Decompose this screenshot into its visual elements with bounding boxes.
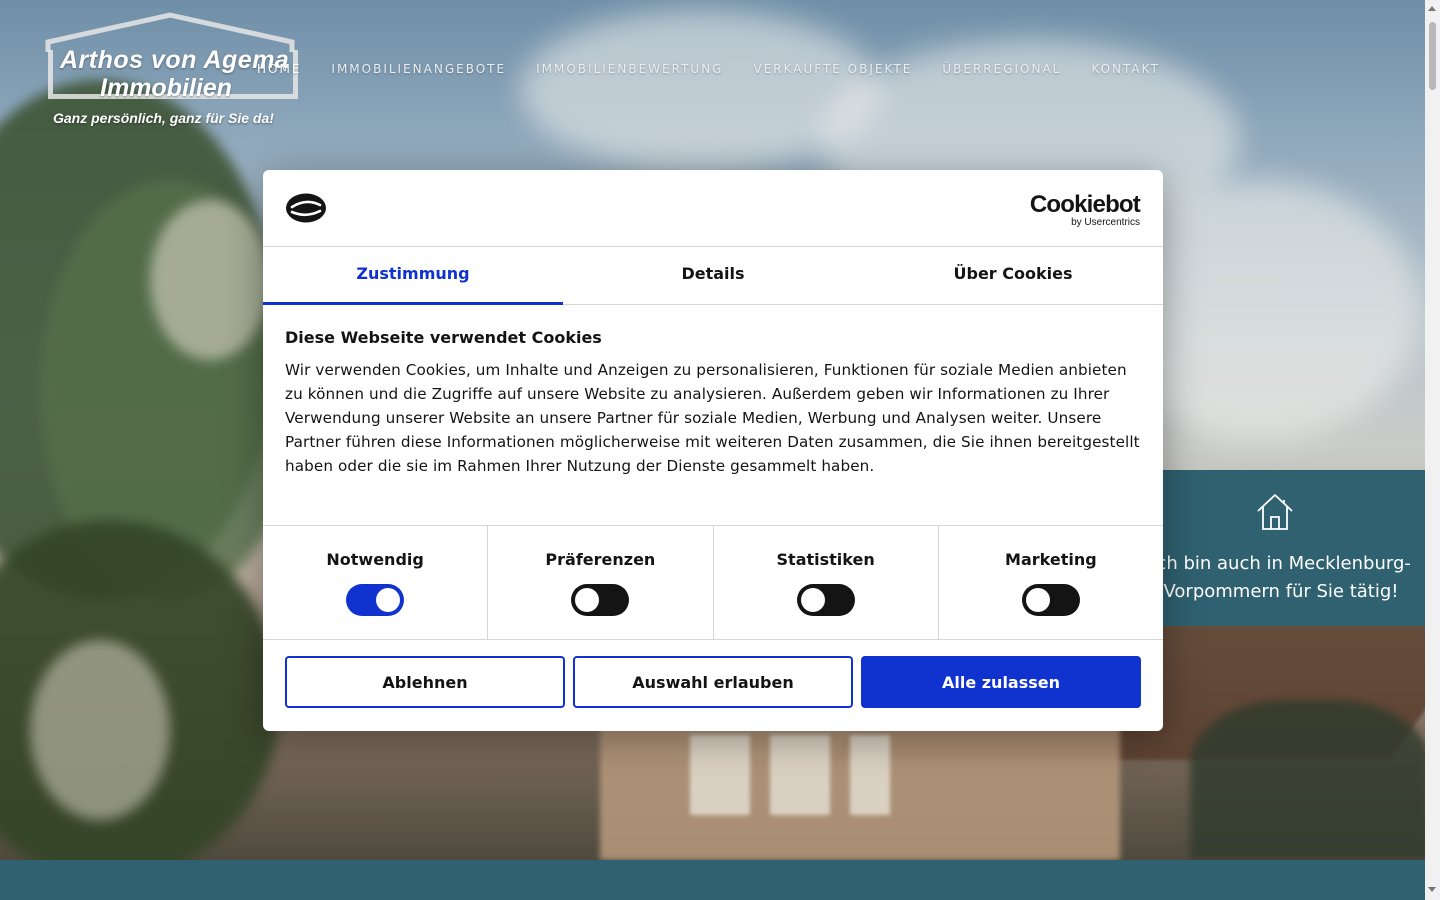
toggle-knob — [575, 588, 600, 612]
allow-all-button[interactable]: Alle zulassen — [861, 656, 1141, 708]
toggle-praeferenzen-cell: Präferenzen — [488, 526, 714, 639]
nav-item-kontakt[interactable]: KONTAKT — [1091, 62, 1160, 76]
section-band — [0, 860, 1425, 900]
tab-ueber-cookies[interactable]: Über Cookies — [863, 247, 1163, 304]
toggle-label: Marketing — [1005, 550, 1097, 569]
nav-item-home[interactable]: HOME — [257, 62, 301, 76]
decline-button[interactable]: Ablehnen — [285, 656, 565, 708]
house-icon — [1257, 494, 1293, 530]
page-scrollbar[interactable] — [1425, 0, 1440, 900]
cookiebot-name: Cookiebot — [1029, 191, 1141, 218]
nav-item-immobilienangebote[interactable]: IMMOBILIENANGEBOTE — [331, 62, 506, 76]
toggle-label: Präferenzen — [545, 550, 656, 569]
toggle-switch-praeferenzen[interactable] — [571, 584, 630, 616]
cookie-consent-dialog: Cookiebot by Usercentrics Zustimmung Det… — [263, 170, 1163, 731]
toggle-knob — [1025, 588, 1050, 612]
toggle-marketing-cell: Marketing — [939, 526, 1163, 639]
logo-tagline: Ganz persönlich, ganz für Sie da! — [53, 110, 274, 126]
tab-details[interactable]: Details — [563, 247, 863, 304]
logo-subname: Immobilien — [100, 74, 232, 102]
promo-box[interactable]: Ich bin auch in Mecklenburg-Vorpommern f… — [1140, 470, 1425, 626]
allow-selection-button[interactable]: Auswahl erlauben — [573, 656, 853, 708]
main-nav: HOME IMMOBILIENANGEBOTE IMMOBILIENBEWERT… — [257, 62, 1190, 76]
nav-item-verkaufte-objekte[interactable]: VERKAUFTE OBJEKTE — [753, 62, 912, 76]
dialog-title: Diese Webseite verwendet Cookies — [285, 328, 602, 347]
scroll-up-arrow-icon[interactable] — [1428, 6, 1436, 11]
dialog-header: Cookiebot by Usercentrics — [263, 170, 1163, 247]
dialog-buttons: Ablehnen Auswahl erlauben Alle zulassen — [285, 656, 1141, 708]
toggle-switch-statistiken[interactable] — [796, 584, 855, 616]
cookiebot-sub: by Usercentrics — [1071, 217, 1140, 228]
nav-item-immobilienbewertung[interactable]: IMMOBILIENBEWERTUNG — [536, 62, 723, 76]
consent-toggles: Notwendig Präferenzen Statistiken Market… — [263, 525, 1163, 640]
nav-item-ueberregional[interactable]: ÜBERREGIONAL — [942, 62, 1061, 76]
logo-name: Arthos von Agema — [60, 46, 290, 74]
toggle-knob — [800, 588, 825, 612]
toggle-switch-notwendig[interactable] — [346, 584, 405, 616]
cookie-logo-icon — [286, 193, 326, 223]
toggle-label: Notwendig — [326, 550, 424, 569]
dialog-body-text: Wir verwenden Cookies, um Inhalte und An… — [285, 361, 1140, 475]
dialog-tabs: Zustimmung Details Über Cookies — [263, 247, 1163, 305]
toggle-notwendig-cell: Notwendig — [263, 526, 489, 639]
scroll-down-arrow-icon[interactable] — [1428, 887, 1436, 892]
toggle-statistiken-cell: Statistiken — [714, 526, 939, 639]
toggle-label: Statistiken — [776, 550, 875, 569]
scroll-thumb[interactable] — [1429, 22, 1436, 90]
toggle-knob — [376, 588, 401, 612]
toggle-switch-marketing[interactable] — [1021, 584, 1080, 616]
promo-text: Ich bin auch in Mecklenburg-Vorpommern f… — [1151, 553, 1411, 602]
cookiebot-logo[interactable]: Cookiebot by Usercentrics — [1029, 191, 1141, 229]
tab-zustimmung[interactable]: Zustimmung — [263, 247, 563, 305]
